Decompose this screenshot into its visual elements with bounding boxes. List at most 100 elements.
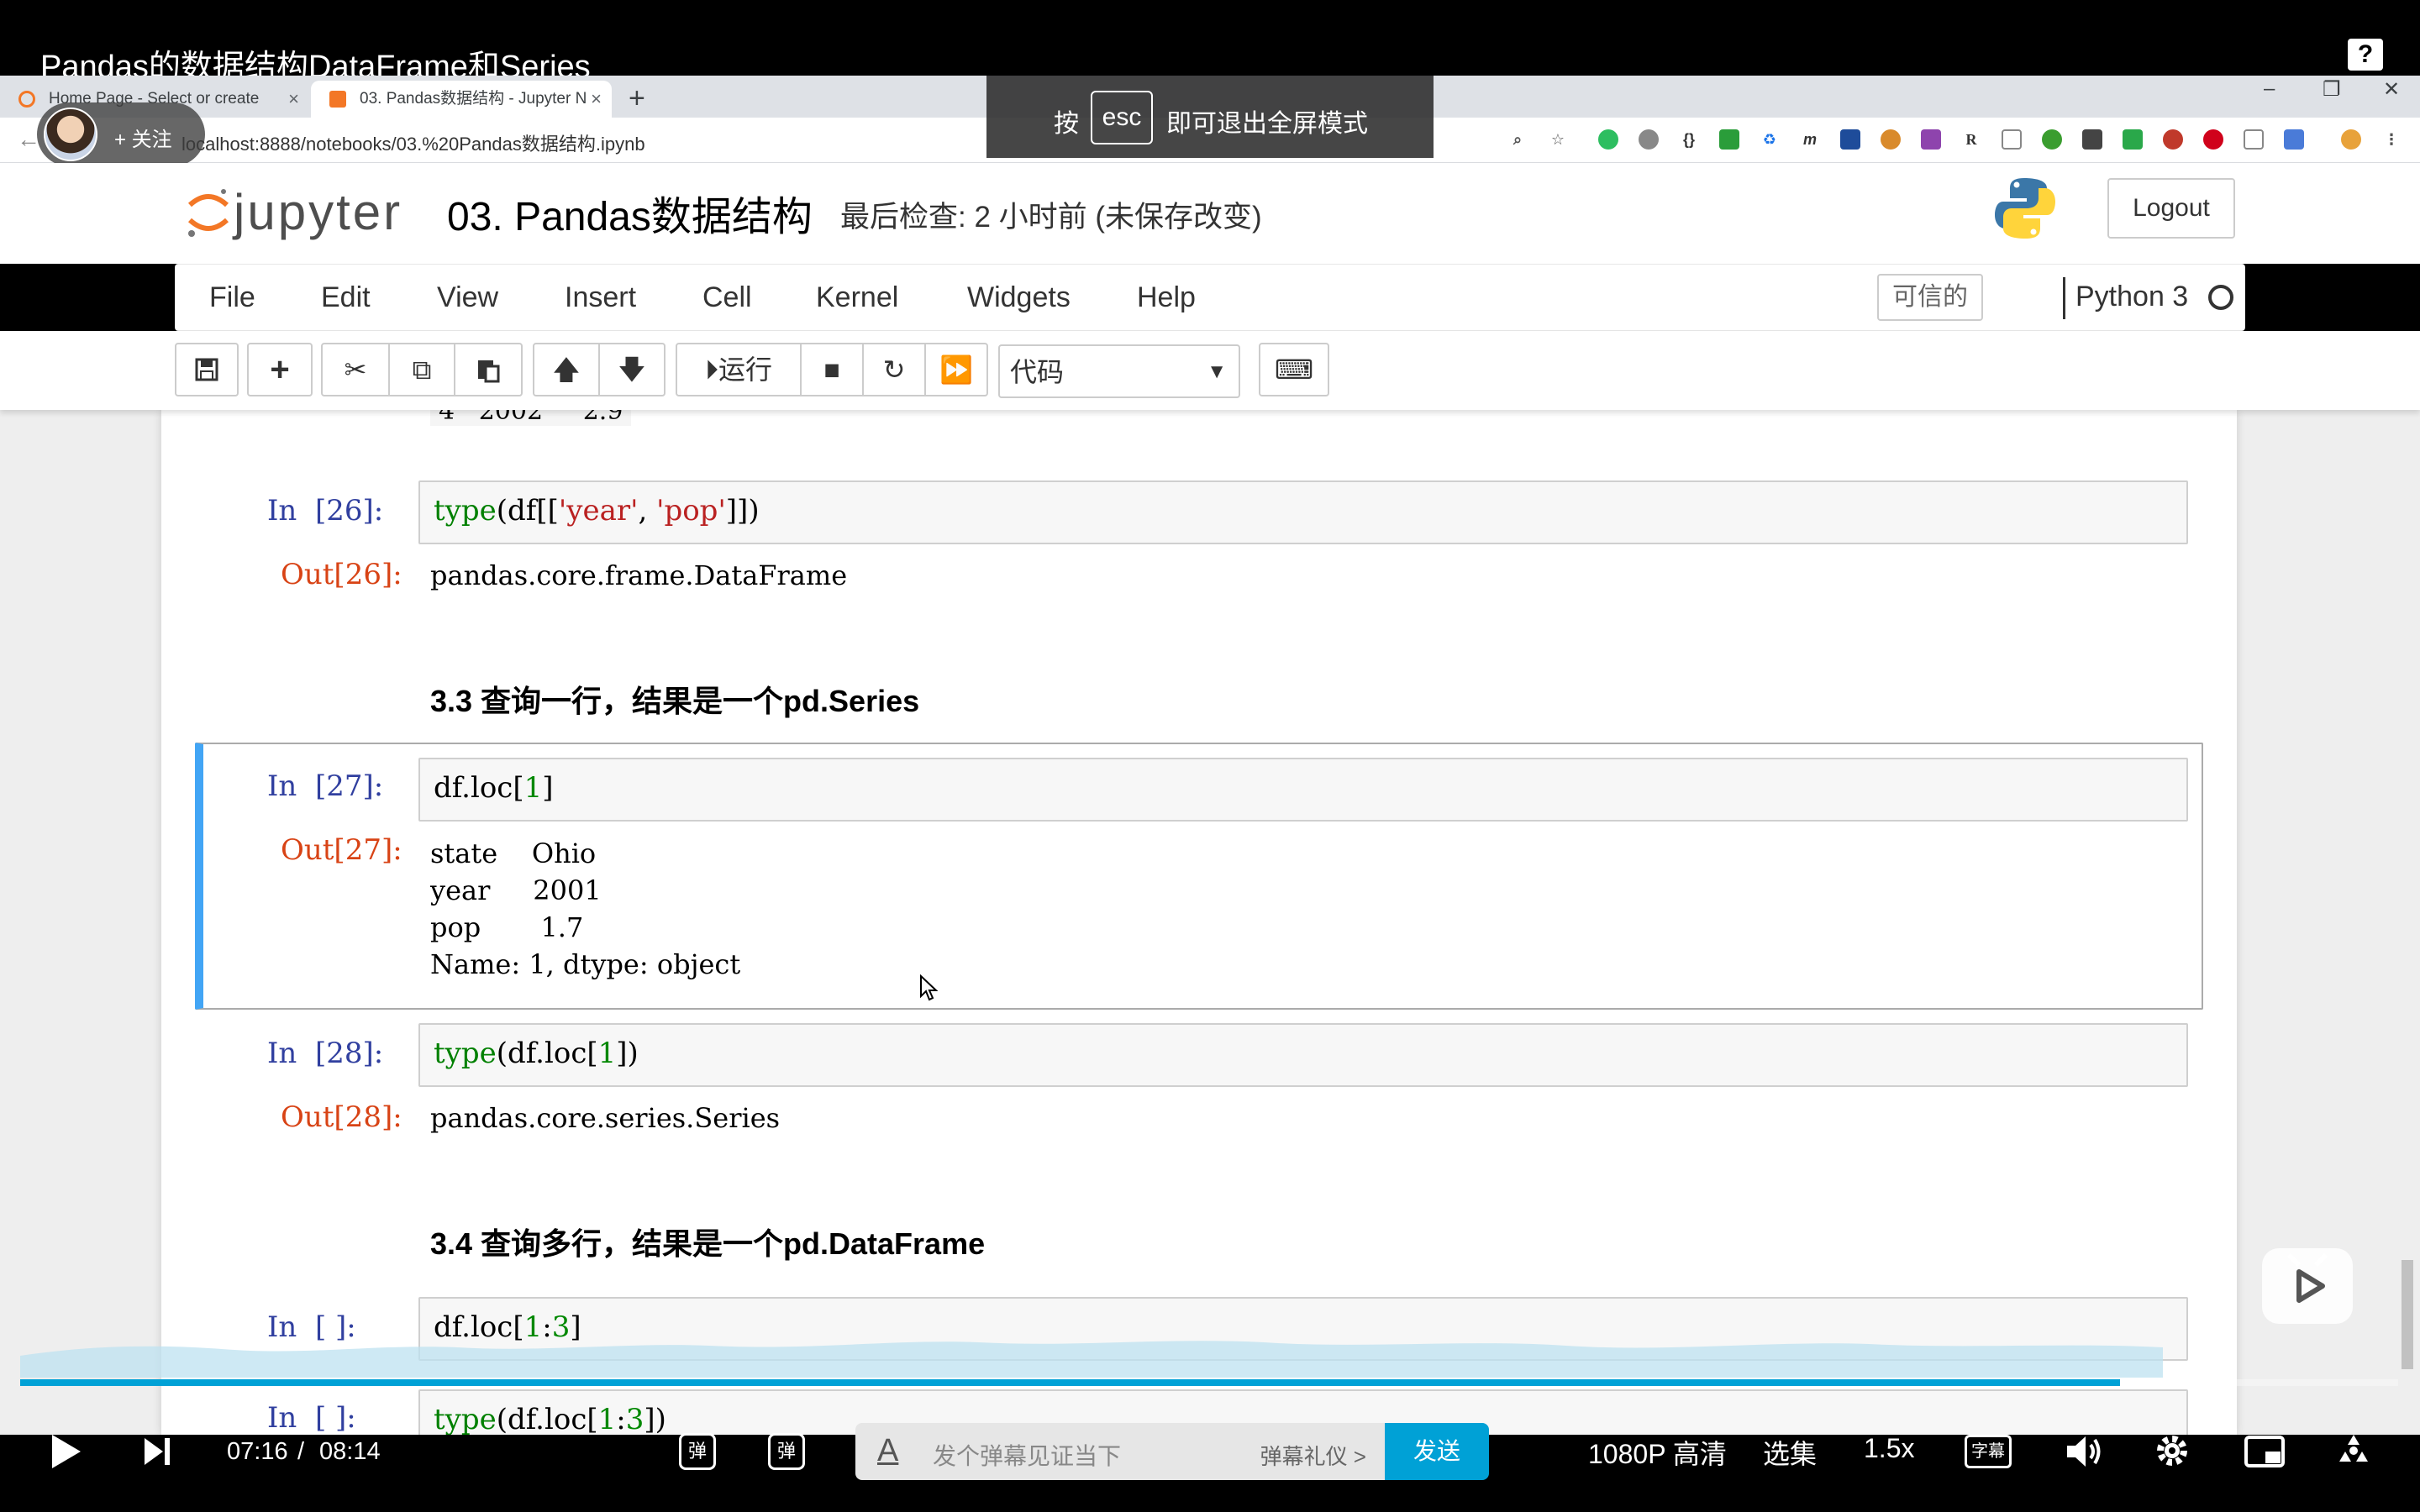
danmaku-toggle-icon[interactable]: 弹 — [679, 1433, 716, 1470]
cell-output: state Ohio year 2001 pop 1.7 Name: 1, dt… — [430, 837, 741, 980]
save-extension-icon[interactable] — [2082, 129, 2102, 150]
trusted-indicator[interactable]: 可信的 — [1877, 274, 1983, 321]
scrollbar[interactable] — [2402, 1260, 2413, 1369]
hint-suffix: 即可退出全屏模式 — [1166, 110, 1368, 138]
translate-extension-icon[interactable] — [2284, 129, 2304, 150]
red-extension-icon[interactable] — [2163, 129, 2183, 150]
settings-gear-icon[interactable] — [2153, 1431, 2191, 1470]
restore-window-icon[interactable]: ❐ — [2323, 77, 2341, 102]
menu-file[interactable]: File — [209, 281, 255, 314]
new-tab-button[interactable]: + — [629, 82, 645, 115]
help-icon[interactable]: ? — [2348, 39, 2383, 71]
notebook-container[interactable]: 4 2002 2.9 In [26]: type(df[['year', 'po… — [161, 410, 2237, 1435]
green-square-extension-icon[interactable] — [1719, 129, 1739, 150]
logout-button[interactable]: Logout — [2107, 178, 2235, 239]
shield-extension-icon[interactable] — [1639, 129, 1659, 150]
code-cell-input[interactable]: df.loc[1] — [418, 758, 2188, 822]
current-time: 07:16 — [227, 1438, 288, 1465]
zoom-icon[interactable]: ⌕ — [1507, 129, 1528, 150]
save-button[interactable] — [175, 343, 239, 396]
subtitle-icon[interactable]: 字幕 — [1965, 1435, 2012, 1468]
adblock-extension-icon[interactable] — [2203, 129, 2223, 150]
code-line: type(df.loc[1]) — [434, 1037, 639, 1070]
r-extension-icon[interactable]: R — [1961, 129, 1981, 150]
picture-in-picture-icon[interactable] — [2244, 1435, 2286, 1468]
evernote-extension-icon[interactable] — [1598, 129, 1618, 150]
menu-view[interactable]: View — [437, 281, 498, 314]
close-tab-icon[interactable]: × — [591, 81, 602, 118]
code-line: df.loc[1] — [434, 771, 554, 805]
interrupt-button[interactable]: ■ — [800, 343, 864, 396]
menu-cell[interactable]: Cell — [702, 281, 752, 314]
episode-selector[interactable]: 选集 — [1763, 1433, 1817, 1472]
cookie-extension-icon[interactable] — [1881, 129, 1901, 150]
paste-button[interactable] — [454, 343, 523, 396]
fullscreen-exit-icon[interactable] — [2334, 1431, 2373, 1470]
jupyter-logo[interactable]: jupyter — [182, 180, 417, 244]
recycle-extension-icon[interactable]: ♻ — [1760, 129, 1780, 150]
menu-edit[interactable]: Edit — [321, 281, 371, 314]
volume-icon[interactable] — [2064, 1433, 2102, 1470]
profile-avatar-icon[interactable] — [2341, 129, 2361, 150]
menu-widgets[interactable]: Widgets — [967, 281, 1071, 314]
copy-button[interactable]: ⧉ — [388, 343, 455, 396]
playback-speed[interactable]: 1.5x — [1864, 1433, 1914, 1464]
quality-selector[interactable]: 1080P 高清 — [1588, 1433, 1727, 1472]
stop-icon: ■ — [823, 354, 840, 385]
notebook-title[interactable]: 03. Pandas数据结构 — [447, 183, 813, 242]
cell-type-select[interactable]: 代码 ▼ — [998, 344, 1240, 398]
insert-cell-button[interactable]: + — [247, 343, 313, 396]
move-up-button[interactable]: 🡅 — [533, 343, 600, 396]
browser-tab-notebook[interactable]: 03. Pandas数据结构 - Jupyter N × — [311, 81, 612, 118]
a-extension-icon[interactable] — [2244, 129, 2264, 150]
dataframe-partial-row: 4 2002 2.9 — [430, 410, 632, 426]
jupyter-orbit-icon — [187, 189, 229, 237]
menu-help[interactable]: Help — [1137, 281, 1196, 314]
next-episode-icon[interactable] — [141, 1435, 173, 1468]
cell-output: pandas.core.series.Series — [430, 1102, 781, 1134]
k-extension-icon[interactable] — [2123, 129, 2143, 150]
run-all-button[interactable]: ⏩ — [924, 343, 988, 396]
run-button[interactable]: ⏵运行 — [676, 343, 802, 396]
danmaku-style-icon[interactable]: A — [877, 1433, 898, 1469]
avatar[interactable] — [44, 108, 97, 161]
danmaku-etiquette-link[interactable]: 弹幕礼仪 > — [1260, 1440, 1366, 1471]
python-logo-icon — [1995, 178, 2055, 239]
card-extension-icon[interactable] — [2002, 129, 2022, 150]
puzzle-extension-icon[interactable] — [2042, 129, 2062, 150]
follow-button[interactable]: + 关注 — [114, 123, 172, 152]
step-forward-icon: ⏵ — [704, 354, 718, 385]
cell-output: pandas.core.frame.DataFrame — [430, 559, 848, 591]
input-prompt: In [27]: — [267, 769, 384, 803]
menu-insert[interactable]: Insert — [565, 281, 636, 314]
move-down-button[interactable]: 🡇 — [598, 343, 666, 396]
run-label: 运行 — [718, 354, 773, 385]
bookmark-star-icon[interactable]: ☆ — [1548, 129, 1568, 150]
m-extension-icon[interactable]: m — [1800, 129, 1820, 150]
json-extension-icon[interactable]: {} — [1679, 129, 1699, 150]
purple-extension-icon[interactable] — [1921, 129, 1941, 150]
menu-kernel[interactable]: Kernel — [816, 281, 898, 314]
uploader-follow-badge[interactable]: + 关注 — [37, 102, 205, 166]
restart-button[interactable]: ↻ — [862, 343, 926, 396]
command-palette-button[interactable]: ⌨ — [1259, 343, 1329, 396]
code-cell-input[interactable]: type(df[['year', 'pop']]) — [418, 480, 2188, 544]
play-icon[interactable] — [47, 1431, 84, 1472]
close-window-icon[interactable]: ✕ — [2383, 77, 2400, 102]
mini-player-button[interactable] — [2262, 1248, 2353, 1324]
danmaku-input[interactable]: A 发个弹幕见证当下 弹幕礼仪 > — [855, 1423, 1385, 1480]
kernel-idle-icon — [2208, 285, 2233, 310]
danmaku-settings-icon[interactable]: 弹 — [768, 1433, 805, 1470]
minimize-window-icon[interactable]: – — [2264, 77, 2275, 101]
cut-button[interactable]: ✂ — [321, 343, 390, 396]
progress-fill[interactable] — [20, 1379, 2120, 1386]
send-danmaku-button[interactable]: 发送 — [1385, 1423, 1489, 1480]
total-time: 08:14 — [319, 1438, 381, 1465]
url-field[interactable]: localhost:8888/notebooks/03.%20Pandas数据结… — [182, 129, 645, 156]
monitor-extension-icon[interactable] — [1840, 129, 1860, 150]
checkpoint-status: 最后检查: 2 小时前 (未保存改变) — [840, 201, 1262, 234]
browser-menu-icon[interactable]: ⋮ — [2381, 129, 2402, 150]
section-heading: 3.4 查询多行，结果是一个pd.DataFrame — [430, 1226, 986, 1261]
code-cell-input[interactable]: type(df.loc[1]) — [418, 1023, 2188, 1087]
close-tab-icon[interactable]: × — [288, 81, 299, 118]
